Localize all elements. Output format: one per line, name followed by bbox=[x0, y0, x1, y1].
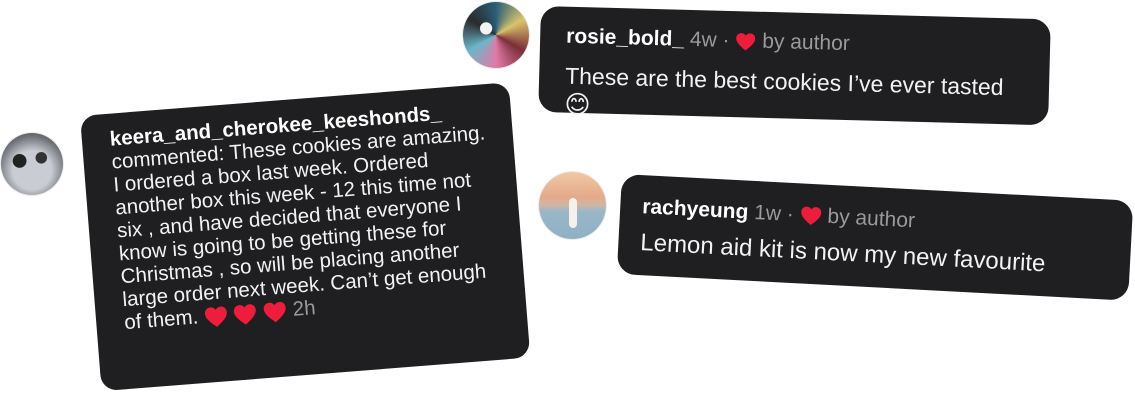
comment-card-keera: keera_and_cherokee_keeshonds_ commented:… bbox=[80, 82, 531, 392]
comment-username[interactable]: rosie_bold_ bbox=[566, 25, 684, 51]
comment-text: These are the best cookies I’ve ever tas… bbox=[564, 62, 1004, 101]
comment-time: 1w bbox=[753, 200, 782, 226]
comment-card-rachyeung: rachyeung 1w · by author Lemon aid kit i… bbox=[616, 174, 1134, 301]
avatar-keera[interactable] bbox=[1, 133, 63, 195]
liked-by-author-label: by author bbox=[826, 204, 916, 233]
heart-icon bbox=[203, 305, 229, 329]
comment-header: rachyeung 1w · by author bbox=[642, 195, 916, 233]
avatar-rachyeung[interactable] bbox=[539, 172, 606, 239]
avatar-rosie[interactable] bbox=[463, 2, 529, 68]
comment-username[interactable]: rachyeung bbox=[642, 195, 749, 224]
comment-separator: · bbox=[722, 28, 730, 52]
heart-icon bbox=[233, 302, 259, 326]
comment-body: keera_and_cherokee_keeshonds_ commented:… bbox=[109, 98, 504, 335]
comment-text: Lemon aid kit is now my new favourite bbox=[639, 229, 1047, 278]
heart-icon bbox=[262, 300, 288, 324]
heart-icon bbox=[735, 32, 756, 52]
comment-time: 2h bbox=[291, 296, 317, 321]
avatar-figure bbox=[569, 198, 577, 228]
comment-separator: · bbox=[786, 202, 795, 227]
liked-by-author-label: by author bbox=[761, 29, 851, 56]
heart-icon bbox=[799, 206, 822, 227]
comment-time: 4w bbox=[689, 27, 718, 52]
comment-card-rosie: rosie_bold_ 4w · by author These are the… bbox=[538, 6, 1051, 126]
comment-header: rosie_bold_ 4w · by author bbox=[566, 25, 850, 56]
smiley-emoji: 😊 bbox=[564, 90, 591, 120]
